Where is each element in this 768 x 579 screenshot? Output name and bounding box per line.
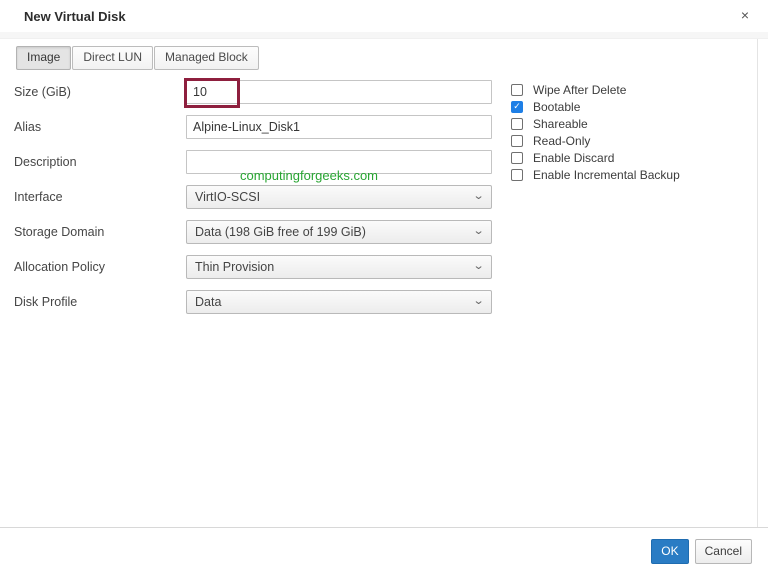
field-label: Alias xyxy=(14,119,42,134)
tab-bar: Image Direct LUN Managed Block xyxy=(16,46,260,71)
size-gib-input[interactable] xyxy=(186,79,492,104)
form-row-allocation-policy: Allocation Policy Thin Provision ⌄ xyxy=(0,249,500,284)
tab-managed-block[interactable]: Managed Block xyxy=(154,46,259,71)
field-control: Data (198 GiB free of 199 GiB) ⌄ xyxy=(186,219,492,244)
field-control: VirtIO-SCSI ⌄ xyxy=(186,184,492,209)
checkbox-label: Enable Discard xyxy=(533,150,615,165)
field-label: Allocation Policy xyxy=(14,259,106,274)
selected-value: VirtIO-SCSI xyxy=(195,189,261,204)
checkbox-label: Wipe After Delete xyxy=(533,82,627,97)
alias-input[interactable] xyxy=(186,114,492,139)
checkbox-checked-icon[interactable]: ✓ xyxy=(511,100,523,113)
ok-button[interactable]: OK xyxy=(651,539,689,564)
checkbox-unchecked-icon[interactable] xyxy=(511,83,523,96)
checkbox-unchecked-icon[interactable] xyxy=(511,117,523,130)
checkbox-label: Shareable xyxy=(533,116,588,131)
checkbox-unchecked-icon[interactable] xyxy=(511,134,523,147)
checkbox-unchecked-icon[interactable] xyxy=(511,168,523,181)
checkbox-label: Bootable xyxy=(533,99,581,114)
checkbox-wipe-after-delete[interactable]: Wipe After Delete xyxy=(511,81,680,98)
form-row-alias: Alias xyxy=(0,109,500,144)
field-label: Interface xyxy=(14,189,63,204)
checkbox-bootable[interactable]: ✓ Bootable xyxy=(511,98,680,115)
disk-profile-select[interactable]: Data ⌄ xyxy=(186,289,492,314)
new-virtual-disk-dialog: New Virtual Disk × Image Direct LUN Manage… xyxy=(0,0,768,575)
checkbox-read-only[interactable]: Read-Only xyxy=(511,132,680,149)
dialog-title: New Virtual Disk xyxy=(24,8,126,24)
form-fields: Size (GiB) Alias Description Interface VirtI… xyxy=(0,74,500,319)
field-label: Description xyxy=(14,154,77,169)
selected-value: Data xyxy=(195,294,222,309)
watermark-text: computingforgeeks.com xyxy=(240,168,379,183)
chevron-down-icon: ⌄ xyxy=(472,224,485,237)
form-row-interface: Interface VirtIO-SCSI ⌄ xyxy=(0,179,500,214)
cancel-button[interactable]: Cancel xyxy=(694,539,752,564)
field-control xyxy=(184,77,492,108)
field-label: Storage Domain xyxy=(14,224,105,239)
dialog-right-edge xyxy=(757,39,758,574)
checkbox-label: Read-Only xyxy=(533,133,591,148)
chevron-down-icon: ⌄ xyxy=(472,294,485,307)
field-label: Disk Profile xyxy=(14,294,78,309)
dialog-header: New Virtual Disk × xyxy=(0,0,768,32)
close-icon[interactable]: × xyxy=(736,6,754,24)
checkbox-label: Enable Incremental Backup xyxy=(533,167,680,182)
form-row-storage-domain: Storage Domain Data (198 GiB free of 199 … xyxy=(0,214,500,249)
selected-value: Thin Provision xyxy=(195,259,275,274)
form-row-disk-profile: Disk Profile Data ⌄ xyxy=(0,284,500,319)
dialog-footer: OK Cancel xyxy=(0,527,768,575)
field-control xyxy=(186,114,492,139)
tab-image[interactable]: Image xyxy=(16,46,72,71)
tab-direct-lun[interactable]: Direct LUN xyxy=(72,46,154,71)
allocation-policy-select[interactable]: Thin Provision ⌄ xyxy=(186,254,492,279)
checkbox-unchecked-icon[interactable] xyxy=(511,151,523,164)
checkbox-enable-incremental-backup[interactable]: Enable Incremental Backup xyxy=(511,166,680,183)
chevron-down-icon: ⌄ xyxy=(472,189,485,202)
selected-value: Data (198 GiB free of 199 GiB) xyxy=(195,224,366,239)
storage-domain-select[interactable]: Data (198 GiB free of 199 GiB) ⌄ xyxy=(186,219,492,244)
header-divider xyxy=(0,32,768,39)
field-control: Data ⌄ xyxy=(186,289,492,314)
checkbox-shareable[interactable]: Shareable xyxy=(511,115,680,132)
checkbox-group: Wipe After Delete ✓ Bootable Shareable Read-… xyxy=(511,81,680,183)
checkbox-enable-discard[interactable]: Enable Discard xyxy=(511,149,680,166)
chevron-down-icon: ⌄ xyxy=(472,259,485,272)
form-row-size-gib: Size (GiB) xyxy=(0,74,500,109)
field-label: Size (GiB) xyxy=(14,84,71,99)
field-control: Thin Provision ⌄ xyxy=(186,254,492,279)
interface-select[interactable]: VirtIO-SCSI ⌄ xyxy=(186,184,492,209)
